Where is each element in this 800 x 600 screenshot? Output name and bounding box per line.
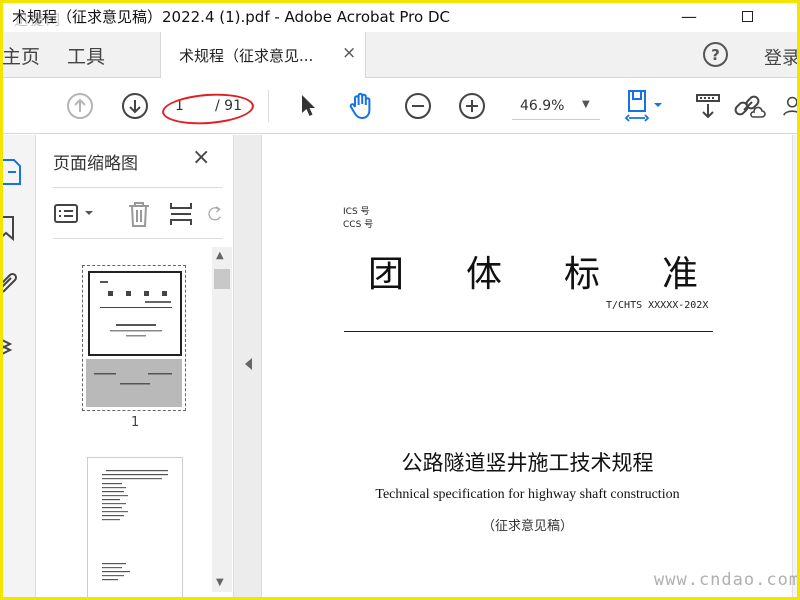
previous-page-button[interactable] [66,92,94,120]
toolbar: 1 / 91 46.9% ▼ [0,78,800,134]
document-page: ICS 号 CCS 号 团 体 标 准 T/CHTS XXXXX-202X 公路… [263,135,792,600]
thumbnail-footer-text [94,373,172,385]
document-title-en: Technical specification for highway shaf… [375,487,680,502]
paperclip-icon [0,272,18,293]
document-viewer[interactable]: ICS 号 CCS 号 团 体 标 准 T/CHTS XXXXX-202X 公路… [263,135,800,600]
arrow-up-circle-icon [67,93,93,119]
hand-tool-button[interactable] [346,90,378,122]
link-button[interactable] [732,90,766,122]
document-scrollbar[interactable] [792,135,800,600]
user-icon [783,96,800,116]
thumbnail-1-label: 1 [131,415,140,430]
minus-circle-icon [405,93,431,119]
arrow-down-circle-icon [122,93,148,119]
standard-char: 准 [661,254,698,295]
standard-code: T/CHTS XXXXX-202X [606,300,709,311]
login-button[interactable]: 登录 [764,44,800,70]
standard-type-heading: 团 体 标 准 [368,245,698,297]
standard-char: 体 [465,254,502,295]
page-thumbnails-icon [2,159,21,185]
page-fit-button[interactable] [624,88,670,124]
collapse-panel-icon[interactable] [245,358,252,370]
next-page-button[interactable] [121,92,149,120]
scroll-mode-button[interactable] [694,90,724,122]
thumbnail-cover-box [88,271,182,356]
scroll-mode-icon [696,94,720,119]
thumbnails-panel: 页面缩略图 × 1 ▲ ▼ [36,135,234,600]
tab-tools[interactable]: 工具 [67,42,105,69]
annotation-oval [161,90,255,128]
rotate-icon [208,206,221,221]
thumbnail-2-text-lines [102,470,168,581]
bookmarks-nav-button[interactable] [0,213,20,243]
rotate-page-button[interactable] [207,199,223,229]
maximize-icon [741,10,753,22]
page-thumbnail-1[interactable] [82,265,186,411]
chevron-down-icon: ▼ [582,99,590,110]
delete-page-button[interactable] [125,199,153,229]
zoom-in-button[interactable] [458,92,486,120]
panel-splitter[interactable] [234,135,262,600]
title-bar: 术规程（征求意见稿）2022.4 (1).pdf - Adobe Acrobat… [0,0,800,32]
bookmark-icon [1,216,14,242]
user-button[interactable] [780,90,800,122]
hand-icon [349,92,371,119]
standard-char: 标 [563,254,600,295]
close-panel-icon[interactable]: × [192,145,210,170]
help-icon[interactable]: ? [703,42,728,67]
close-tab-icon[interactable]: × [342,43,356,63]
heading-rule [344,331,713,332]
thumbnail-gray-block [86,359,182,407]
thumbnail-page-preview [86,269,182,407]
standard-char: 团 [368,254,405,295]
toolbar-divider [268,90,269,122]
panel-title: 页面缩略图 [53,154,138,174]
scroll-up-icon[interactable]: ▲ [216,250,224,261]
scroll-down-icon[interactable]: ▼ [216,577,224,588]
tab-home[interactable]: 主页 [2,42,40,69]
plus-circle-icon [459,93,485,119]
select-tool-button[interactable] [296,92,320,120]
draft-note: （征求意见稿） [481,519,573,534]
thumbnail-cover-text [100,281,172,337]
minimize-button[interactable]: — [675,4,703,28]
cursor-arrow-icon [302,95,315,116]
zoom-value: 46.9% [520,98,565,114]
document-title-zh: 公路隧道竖井施工技术规程 [401,451,654,475]
layers-icon [0,337,13,357]
page-thumbnails-nav-button[interactable] [0,157,24,187]
attachments-nav-button[interactable] [0,267,22,297]
site-watermark-top: 迅捷网 [14,13,62,29]
layers-nav-button[interactable] [0,331,22,361]
minimize-icon: — [681,6,697,26]
tab-document[interactable]: 术规程（征求意见... × [160,32,366,78]
insert-page-button[interactable] [167,199,195,229]
options-menu-button[interactable] [53,200,99,228]
link-icon [734,95,766,118]
page-fit-icon [624,90,662,122]
insert-page-icon [170,203,192,225]
left-icon-rail [0,135,36,600]
trash-icon [129,202,149,227]
ics-number: ICS 号 [343,207,370,217]
tab-bar: 主页 工具 术规程（征求意见... × [0,32,800,78]
zoom-level-select[interactable]: 46.9% ▼ [512,92,600,120]
thumbnail-toolbar [53,187,223,239]
maximize-button[interactable] [733,4,761,28]
window-title: 术规程（征求意见稿）2022.4 (1).pdf - Adobe Acrobat… [12,8,450,26]
thumbnail-scrollbar[interactable]: ▲ ▼ [212,247,232,592]
document-tab-label: 术规程（征求意见... [179,47,314,65]
zoom-out-button[interactable] [404,92,432,120]
options-menu-icon [54,204,93,223]
ccs-number: CCS 号 [343,220,374,230]
scrollbar-thumb[interactable] [214,269,230,289]
site-watermark: www.cndao.com [654,570,800,590]
page-thumbnail-2[interactable] [87,457,183,600]
